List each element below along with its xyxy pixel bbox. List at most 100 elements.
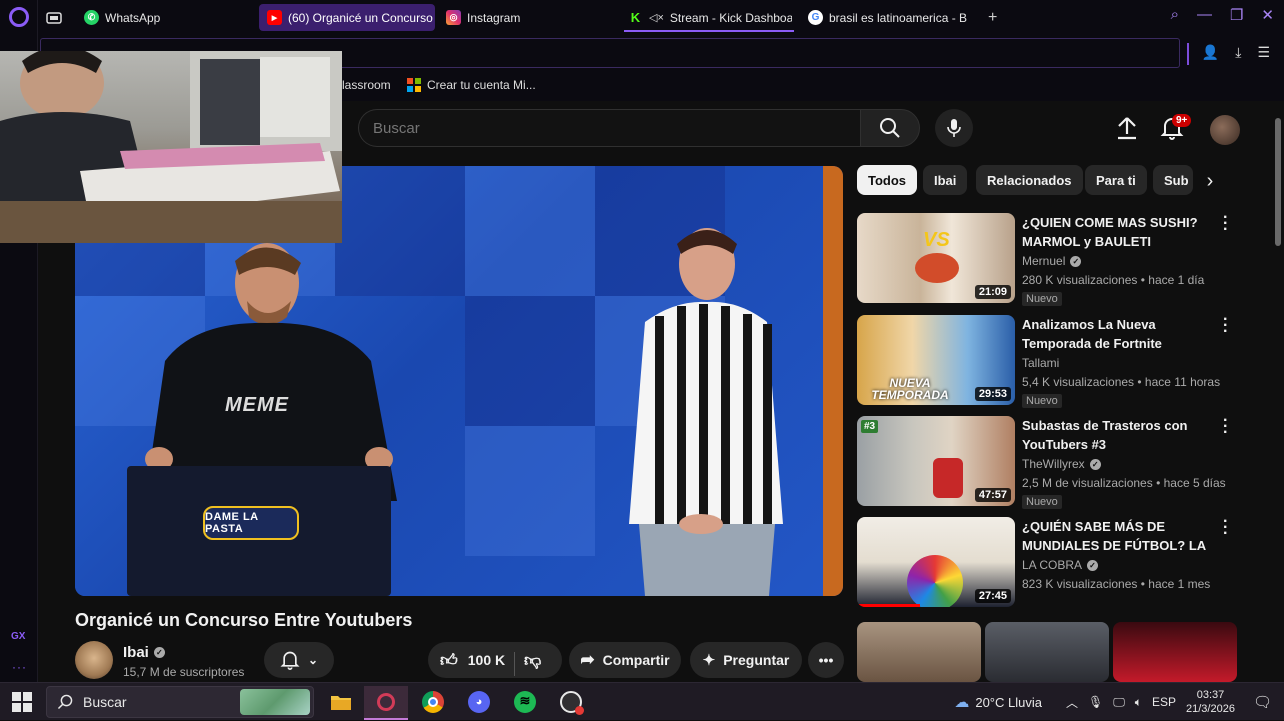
- tab-kick[interactable]: K ◁× Stream - Kick Dashboa: [620, 4, 792, 31]
- notifications-center-icon[interactable]: 🗨︎: [1253, 693, 1272, 711]
- channel-avatar[interactable]: [75, 641, 113, 679]
- chrome-icon[interactable]: [418, 688, 448, 716]
- tab-overview-icon[interactable]: [38, 4, 78, 31]
- search-tabs-icon[interactable]: ⌕: [1171, 6, 1179, 24]
- recommendation-item[interactable]: #3 47:57 Subastas de Trasteros con YouTu…: [857, 413, 1237, 510]
- channel-text: Tallami: [1022, 356, 1060, 370]
- download-icon[interactable]: ⤓: [1235, 44, 1241, 61]
- chip-para-ti[interactable]: Para ti: [1085, 165, 1147, 195]
- channel-text: LA COBRA: [1022, 558, 1083, 572]
- minimize-icon[interactable]: —: [1197, 6, 1212, 24]
- recommendation-thumbnail[interactable]: [1113, 622, 1237, 682]
- system-tray: ☁ 20°C Lluvia ︿ 🎙︎ 🖵 🔈︎ ESP 03:37 21/3/2…: [954, 683, 1284, 721]
- recommendation-thumbnail[interactable]: [985, 622, 1109, 682]
- chevron-right-icon[interactable]: ›: [1198, 169, 1222, 193]
- more-vertical-icon[interactable]: · · ·: [1223, 210, 1228, 238]
- ask-button[interactable]: ✦ Preguntar: [690, 642, 802, 678]
- recommendation-item[interactable]: NUEVA TEMPORADA 29:53 Analizamos La Nuev…: [857, 312, 1237, 409]
- windows-start-icon[interactable]: [12, 692, 32, 712]
- recommendation-thumbnail[interactable]: VS 21:09: [857, 213, 1015, 303]
- like-divider: [514, 652, 515, 676]
- kick-icon: K: [628, 10, 643, 25]
- bookmark-microsoft[interactable]: Crear tu cuenta Mi...: [407, 78, 536, 92]
- ask-label: Preguntar: [723, 652, 790, 668]
- file-explorer-icon[interactable]: [326, 688, 356, 716]
- more-vertical-icon[interactable]: · · ·: [1223, 413, 1228, 441]
- video-duration: 27:45: [974, 589, 1011, 603]
- tab-label: brasil es latinoamerica - B: [829, 10, 968, 25]
- recommendation-channel: Mernuel ✓: [1022, 254, 1082, 268]
- account-avatar[interactable]: [1210, 115, 1240, 145]
- tab-instagram[interactable]: ◎ Instagram: [438, 4, 614, 31]
- new-tab-button[interactable]: +: [980, 4, 1008, 31]
- share-label: Compartir: [602, 652, 670, 668]
- rain-cloud-icon: ☁: [954, 694, 970, 711]
- subscribed-bell-button[interactable]: ⌄: [264, 642, 334, 678]
- scrollbar-thumb[interactable]: [1275, 118, 1281, 246]
- sidebar-more-icon[interactable]: ···: [12, 660, 27, 674]
- search-button[interactable]: [860, 109, 920, 147]
- more-vertical-icon[interactable]: · · ·: [1223, 312, 1228, 340]
- taskbar-search[interactable]: Buscar: [46, 686, 314, 718]
- dislike-button[interactable]: 👎︎: [524, 650, 541, 671]
- maximize-icon[interactable]: ❐: [1230, 6, 1243, 24]
- more-vertical-icon[interactable]: · · ·: [1223, 514, 1228, 542]
- opera-gx-taskbar-icon[interactable]: [364, 686, 408, 720]
- clock[interactable]: 03:37 21/3/2026: [1186, 688, 1235, 716]
- share-button[interactable]: ➦ Compartir: [569, 642, 681, 678]
- recommendation-title: ¿QUIEN COME MAS SUSHI? MARMOL y BAULETI: [1022, 215, 1198, 249]
- volume-icon[interactable]: 🔈︎: [1135, 695, 1142, 710]
- opera-gx-logo-icon[interactable]: [9, 7, 29, 27]
- bookmark-classroom[interactable]: lassroom: [342, 78, 391, 92]
- chip-relacionados[interactable]: Relacionados: [976, 165, 1083, 195]
- tab-label: WhatsApp: [105, 10, 161, 25]
- more-actions-button[interactable]: •••: [808, 642, 844, 678]
- chip-sub[interactable]: Sub: [1153, 165, 1193, 195]
- tab-label: Stream - Kick Dashboa: [669, 10, 792, 25]
- obs-icon[interactable]: [556, 688, 586, 716]
- gx-label[interactable]: GX: [11, 631, 25, 642]
- weather-widget[interactable]: ☁ 20°C Lluvia: [954, 693, 1042, 711]
- recommendation-thumbnail[interactable]: NUEVA TEMPORADA 29:53: [857, 315, 1015, 405]
- channel-name[interactable]: Ibai ✓: [123, 644, 165, 661]
- window-controls: ⌕ — ❐ ✕: [1171, 6, 1274, 24]
- discord-icon[interactable]: ◕: [464, 688, 494, 716]
- recommendation-thumbnail[interactable]: [857, 622, 981, 682]
- recommendation-thumbnail[interactable]: 27:45: [857, 517, 1015, 607]
- channel-text: Mernuel: [1022, 254, 1066, 268]
- address-bar-icons: 👤 ⤓ ☰: [1202, 44, 1270, 61]
- language-indicator[interactable]: ESP: [1152, 695, 1176, 709]
- watch-progress: [857, 604, 921, 607]
- search-input[interactable]: [359, 110, 860, 146]
- thumbnail-text: #3: [861, 420, 879, 433]
- verified-icon: ✓: [1087, 559, 1099, 571]
- muted-icon[interactable]: ◁×: [649, 11, 664, 24]
- recommendation-meta: 5,4 K visualizaciones • hace 11 horas: [1022, 375, 1221, 389]
- tab-whatsapp[interactable]: ✆ WhatsApp: [76, 4, 246, 31]
- notification-badge: 9+: [1172, 114, 1192, 127]
- recommendation-channel: LA COBRA ✓: [1022, 558, 1099, 572]
- create-button[interactable]: [1115, 115, 1139, 141]
- tab-youtube[interactable]: ▶ (60) Organicé un Concurso: [259, 4, 435, 31]
- video-duration: 29:53: [974, 387, 1011, 401]
- profile-icon[interactable]: 👤: [1202, 44, 1219, 61]
- spotify-icon[interactable]: ≋: [510, 688, 540, 716]
- tab-google[interactable]: G brasil es latinoamerica - B: [800, 4, 978, 31]
- recommendation-item[interactable]: 27:45 ¿QUIÉN SABE MÁS DE MUNDIALES DE FÚ…: [857, 514, 1237, 611]
- network-icon[interactable]: 🖵: [1113, 695, 1125, 710]
- youtube-icon: ▶: [267, 10, 282, 25]
- microphone-icon[interactable]: 🎙︎: [1088, 695, 1103, 709]
- chip-todos[interactable]: Todos: [857, 165, 918, 195]
- recommendation-thumbnail[interactable]: #3 47:57: [857, 416, 1015, 506]
- recommendation-item[interactable]: VS 21:09 ¿QUIEN COME MAS SUSHI? MARMOL y…: [857, 210, 1237, 307]
- microsoft-icon: [407, 78, 421, 92]
- tab-label: Instagram: [467, 10, 521, 25]
- menu-icon[interactable]: ☰: [1257, 44, 1270, 61]
- chevron-up-icon[interactable]: ︿: [1066, 694, 1078, 711]
- chip-ibai[interactable]: Ibai: [923, 165, 968, 195]
- like-button[interactable]: 👍︎ 100 K: [440, 650, 505, 671]
- tab-strip: ✆ WhatsApp ▶ (60) Organicé un Concurso ◎…: [38, 0, 1284, 35]
- shirt-print: MEME: [225, 394, 289, 416]
- voice-search-button[interactable]: [935, 109, 973, 147]
- close-icon[interactable]: ✕: [1261, 6, 1274, 24]
